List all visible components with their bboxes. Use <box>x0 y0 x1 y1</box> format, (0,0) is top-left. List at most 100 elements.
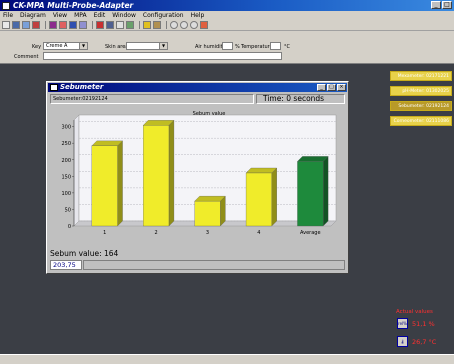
menu-file[interactable]: File <box>3 12 13 19</box>
bar-top <box>297 156 329 162</box>
highlight-icon[interactable] <box>143 21 151 29</box>
probe-corneometer[interactable]: Corneometer: 02111086 <box>390 116 452 126</box>
air-humidity-label: Air humidity <box>195 44 226 50</box>
y-tick-label: 300 <box>61 125 71 131</box>
menu-view[interactable]: View <box>53 12 67 19</box>
y-tick-label: 250 <box>61 141 71 147</box>
sebum-value-readout: Sebum value: 164 <box>50 249 119 258</box>
bar <box>245 172 272 227</box>
grid-icon[interactable] <box>79 21 87 29</box>
print-icon[interactable] <box>22 21 30 29</box>
humidity-row: rel% 51,1 % <box>397 318 435 329</box>
app-titlebar: CK-MPA Multi-Probe-Adapter _ □ <box>0 0 454 11</box>
y-tick-label: 0 <box>68 224 71 230</box>
measurement-fields: Key Creme A ▼ Skin area ▼ Air humidity %… <box>0 31 454 64</box>
y-tick-label: 100 <box>61 191 71 197</box>
bar-top <box>91 140 123 146</box>
sebum-chart-svg: 0 50 100 150 200 250 300 Sebum value 1 2 3 4 Average <box>61 111 337 236</box>
menu-bar: File Diagram View MPA Edit Window Config… <box>0 11 454 20</box>
air-humidity-unit: % <box>235 44 240 50</box>
chevron-down-icon[interactable]: ▼ <box>79 43 87 49</box>
measure-icon[interactable] <box>49 21 57 29</box>
bar-chart-icon[interactable] <box>96 21 104 29</box>
humidity-icon: rel% <box>397 318 408 329</box>
maximize-button[interactable]: □ <box>327 84 336 91</box>
key-select[interactable]: Creme A ▼ <box>43 42 88 50</box>
sebum-chart: 0 50 100 150 200 250 300 Sebum value 1 2 3 4 Average <box>50 106 345 246</box>
bar-side <box>322 156 329 227</box>
bar <box>297 161 324 227</box>
menu-help[interactable]: Help <box>191 12 205 19</box>
thermometer-icon: 🌡 <box>397 336 408 347</box>
table-icon[interactable] <box>69 21 77 29</box>
actual-values-label: Actual values <box>396 309 433 315</box>
document-icon[interactable] <box>116 21 124 29</box>
bar <box>194 201 221 227</box>
chart-icon[interactable] <box>59 21 67 29</box>
chevron-down-icon[interactable]: ▼ <box>159 43 167 49</box>
x-tick-label: 2 <box>155 230 158 236</box>
plot-side-wall <box>73 114 80 227</box>
temperature-value: 26,7 °C <box>412 337 437 346</box>
bar <box>91 145 118 227</box>
device-id: Sebumeter:02192124 <box>50 94 254 104</box>
close-button[interactable]: × <box>337 84 346 91</box>
bar-top <box>142 120 175 126</box>
toolbar <box>0 20 454 31</box>
skin-area-label: Skin area <box>105 44 129 50</box>
zoom-icon[interactable] <box>190 21 198 29</box>
temperature-row: 🌡 26,7 °C <box>397 336 436 347</box>
x-tick-label: 1 <box>103 230 106 236</box>
chart-title: Sebum value <box>193 111 226 117</box>
menu-configuration[interactable]: Configuration <box>143 12 184 19</box>
bar-side <box>168 119 175 227</box>
zoom-in-icon[interactable] <box>170 21 178 29</box>
temperature-unit: °C <box>284 44 290 50</box>
save-icon[interactable] <box>12 21 20 29</box>
x-tick-label: 4 <box>257 230 260 236</box>
y-tick-label: 150 <box>61 174 71 180</box>
time-readout: Time: 0 seconds <box>256 94 345 104</box>
menu-diagram[interactable]: Diagram <box>20 12 46 19</box>
comment-label: Comment <box>14 54 39 60</box>
temperature-label: Temperature <box>241 44 273 50</box>
bar-side <box>220 195 226 227</box>
probe-ph-meter[interactable]: pH-Meter: 01302025 <box>390 86 452 96</box>
y-tick-label: 50 <box>65 207 71 213</box>
tool-icon[interactable] <box>200 21 208 29</box>
skin-area-select[interactable]: ▼ <box>126 42 168 50</box>
x-tick-label: 3 <box>206 230 209 236</box>
air-humidity-field[interactable] <box>222 42 233 50</box>
humidity-value: 51,1 % <box>412 319 435 328</box>
bar-top <box>194 196 226 202</box>
menu-window[interactable]: Window <box>112 12 136 19</box>
open-icon[interactable] <box>2 21 10 29</box>
bottom-panel <box>83 260 345 270</box>
maximize-button[interactable]: □ <box>442 1 452 9</box>
sebumeter-titlebar: Sebumeter _ □ × <box>48 83 347 92</box>
y-tick-label: 200 <box>61 158 71 164</box>
bar <box>143 125 170 227</box>
sebumeter-title: Sebumeter <box>60 83 104 91</box>
menu-mpa[interactable]: MPA <box>74 12 87 19</box>
zoom-out-icon[interactable] <box>180 21 188 29</box>
x-tick-label: Average <box>300 230 321 236</box>
sebumeter-window: Sebumeter _ □ × Sebumeter:02192124 Time:… <box>46 81 349 274</box>
sebumeter-icon <box>50 84 58 91</box>
probe-mexameter[interactable]: Mexameter: 02171221 <box>390 71 452 81</box>
temperature-field[interactable] <box>270 42 281 50</box>
menu-edit[interactable]: Edit <box>94 12 106 19</box>
probe-sebumeter[interactable]: Sebumeter: 02192124 <box>390 101 452 111</box>
bottom-value: 203,75 <box>50 260 82 270</box>
bar-top <box>245 167 278 174</box>
list-icon[interactable] <box>106 21 114 29</box>
minimize-button[interactable]: _ <box>317 84 326 91</box>
export-icon[interactable] <box>126 21 134 29</box>
probe-icon[interactable] <box>32 21 40 29</box>
bar-side <box>271 167 277 227</box>
comment-field[interactable] <box>43 52 282 60</box>
pen-icon[interactable] <box>153 21 161 29</box>
key-value: Creme A <box>46 43 68 49</box>
app-icon <box>2 1 10 10</box>
minimize-button[interactable]: _ <box>431 1 441 9</box>
